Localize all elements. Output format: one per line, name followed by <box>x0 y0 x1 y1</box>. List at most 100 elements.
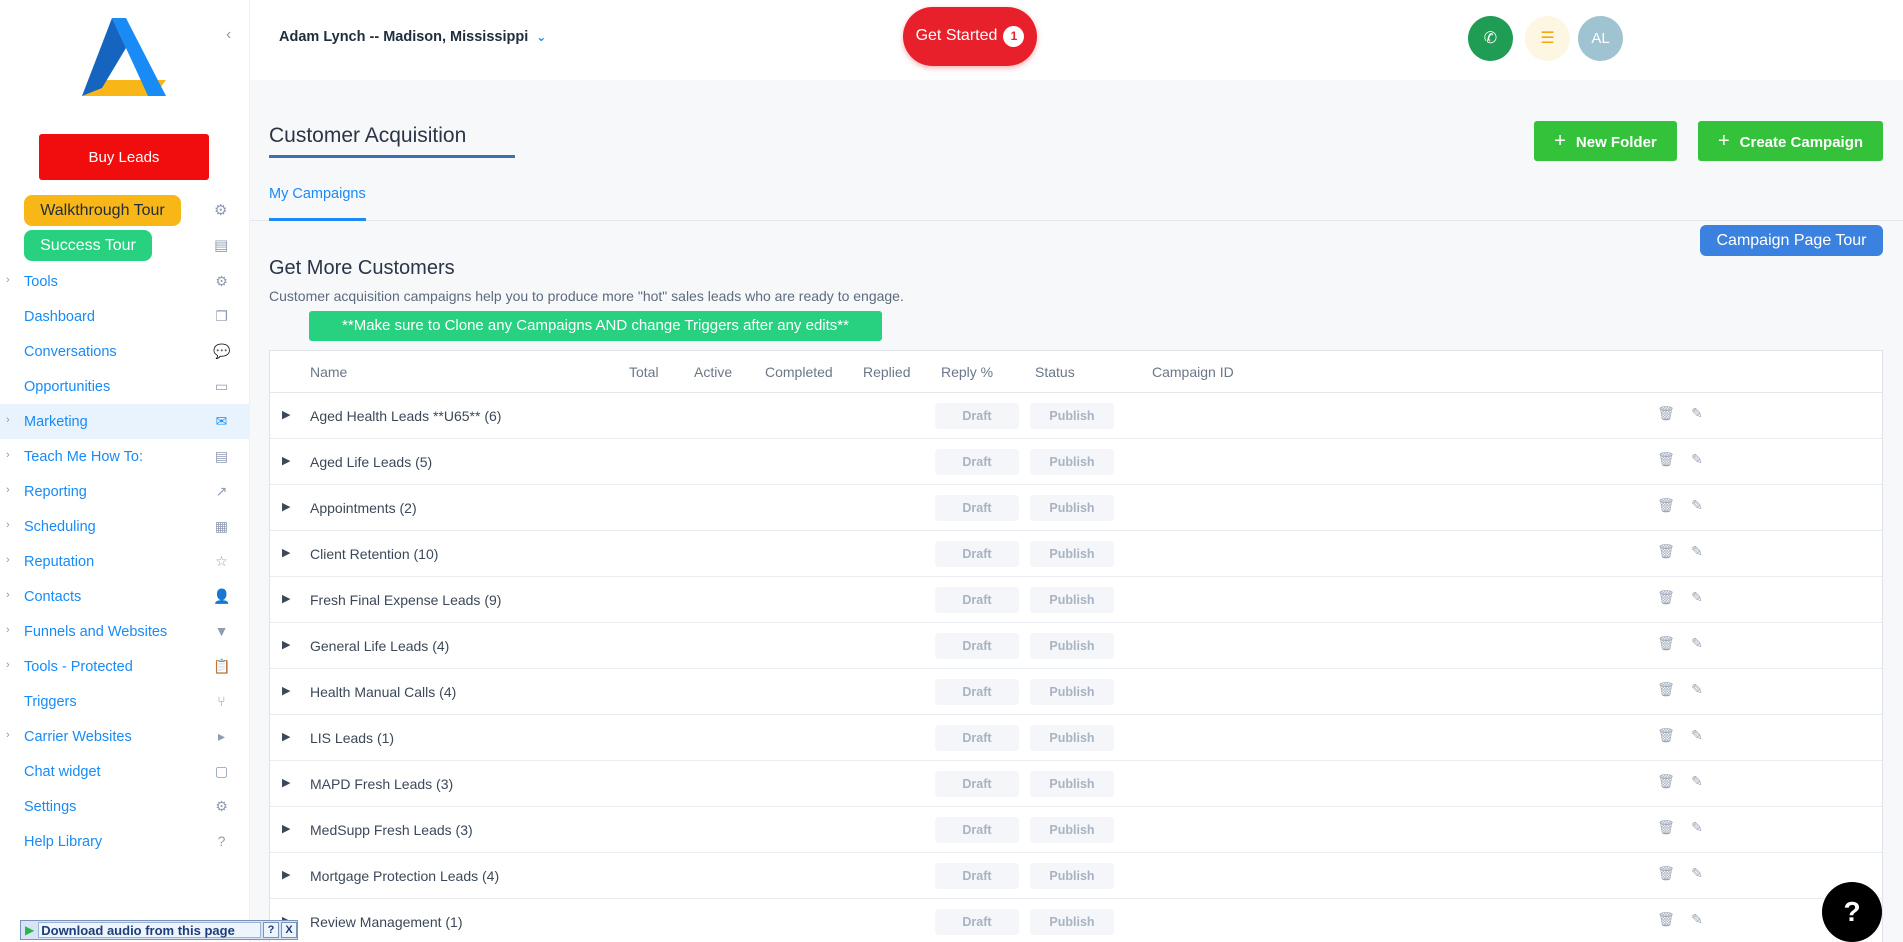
draft-filter-button[interactable]: Draft <box>935 909 1019 935</box>
collapse-sidebar-icon[interactable]: ‹ <box>226 26 231 44</box>
sidebar-item-funnels-and-websites[interactable]: › Funnels and Websites ▼ <box>0 614 250 649</box>
expand-caret-icon[interactable]: ▶ <box>282 822 290 835</box>
publish-filter-button[interactable]: Publish <box>1030 587 1114 613</box>
download-audio-link[interactable]: Download audio from this page <box>38 922 261 938</box>
audio-help-button[interactable]: ? <box>263 922 279 938</box>
table-row[interactable]: ▶ LIS Leads (1) Draft Publish 🗑 ✎ <box>270 715 1882 761</box>
expand-caret-icon[interactable]: ▶ <box>282 776 290 789</box>
publish-filter-button[interactable]: Publish <box>1030 771 1114 797</box>
success-tour-button[interactable]: Success Tour <box>24 230 152 261</box>
campaign-page-tour-button[interactable]: Campaign Page Tour <box>1700 225 1883 256</box>
column-header-total[interactable]: Total <box>629 364 659 380</box>
folder-name[interactable]: Mortgage Protection Leads (4) <box>310 868 499 884</box>
draft-filter-button[interactable]: Draft <box>935 725 1019 751</box>
publish-filter-button[interactable]: Publish <box>1030 909 1114 935</box>
sidebar-item-tools-protected[interactable]: › Tools - Protected 📋 <box>0 649 250 684</box>
trash-icon[interactable]: 🗑 <box>1657 542 1675 560</box>
edit-icon[interactable]: ✎ <box>1688 818 1706 836</box>
task-list-icon[interactable]: ☰ <box>1525 16 1570 61</box>
folder-name[interactable]: MAPD Fresh Leads (3) <box>310 776 453 792</box>
table-row[interactable]: ▶ Appointments (2) Draft Publish 🗑 ✎ <box>270 485 1882 531</box>
expand-caret-icon[interactable]: ▶ <box>282 638 290 651</box>
avatar[interactable]: AL <box>1578 16 1623 61</box>
sidebar-item-triggers[interactable]: Triggers ⑂ <box>0 684 250 719</box>
table-row[interactable]: ▶ General Life Leads (4) Draft Publish 🗑 ✎ <box>270 623 1882 669</box>
expand-caret-icon[interactable]: ▶ <box>282 408 290 421</box>
play-icon[interactable]: ▶ <box>25 923 34 937</box>
column-header-status[interactable]: Status <box>1035 364 1075 380</box>
publish-filter-button[interactable]: Publish <box>1030 817 1114 843</box>
column-header-completed[interactable]: Completed <box>765 364 833 380</box>
table-row[interactable]: ▶ Mortgage Protection Leads (4) Draft Publi… <box>270 853 1882 899</box>
buy-leads-button[interactable]: Buy Leads <box>39 134 209 180</box>
publish-filter-button[interactable]: Publish <box>1030 633 1114 659</box>
folder-name[interactable]: Aged Life Leads (5) <box>310 454 432 470</box>
column-header-reply[interactable]: Reply % <box>941 364 993 380</box>
location-switcher[interactable]: Adam Lynch -- Madison, Mississippi ⌄ <box>279 29 546 45</box>
trash-icon[interactable]: 🗑 <box>1657 404 1675 422</box>
draft-filter-button[interactable]: Draft <box>935 495 1019 521</box>
edit-icon[interactable]: ✎ <box>1688 542 1706 560</box>
draft-filter-button[interactable]: Draft <box>935 449 1019 475</box>
sidebar-item-teach-me-how-to[interactable]: › Teach Me How To: ▤ <box>0 439 250 474</box>
publish-filter-button[interactable]: Publish <box>1030 403 1114 429</box>
publish-filter-button[interactable]: Publish <box>1030 863 1114 889</box>
sidebar-item-settings[interactable]: Settings ⚙ <box>0 789 250 824</box>
sidebar-item-reporting[interactable]: › Reporting ↗ <box>0 474 250 509</box>
table-row[interactable]: ▶ Aged Life Leads (5) Draft Publish 🗑 ✎ <box>270 439 1882 485</box>
get-started-button[interactable]: Get Started 1 <box>903 7 1037 66</box>
expand-caret-icon[interactable]: ▶ <box>282 592 290 605</box>
publish-filter-button[interactable]: Publish <box>1030 449 1114 475</box>
table-row[interactable]: ▶ Client Retention (10) Draft Publish 🗑 ✎ <box>270 531 1882 577</box>
column-header-name[interactable]: Name <box>310 364 347 380</box>
table-row[interactable]: ▶ MAPD Fresh Leads (3) Draft Publish 🗑 ✎ <box>270 761 1882 807</box>
draft-filter-button[interactable]: Draft <box>935 817 1019 843</box>
create-campaign-button[interactable]: + Create Campaign <box>1698 121 1883 161</box>
publish-filter-button[interactable]: Publish <box>1030 541 1114 567</box>
edit-icon[interactable]: ✎ <box>1688 864 1706 882</box>
column-header-replied[interactable]: Replied <box>863 364 910 380</box>
folder-name[interactable]: LIS Leads (1) <box>310 730 394 746</box>
draft-filter-button[interactable]: Draft <box>935 679 1019 705</box>
expand-caret-icon[interactable]: ▶ <box>282 684 290 697</box>
folder-name[interactable]: MedSupp Fresh Leads (3) <box>310 822 473 838</box>
phone-icon[interactable]: ✆ <box>1468 16 1513 61</box>
publish-filter-button[interactable]: Publish <box>1030 679 1114 705</box>
table-row[interactable]: ▶ Health Manual Calls (4) Draft Publish 🗑 ✎ <box>270 669 1882 715</box>
folder-name[interactable]: Fresh Final Expense Leads (9) <box>310 592 501 608</box>
expand-caret-icon[interactable]: ▶ <box>282 730 290 743</box>
trash-icon[interactable]: 🗑 <box>1657 634 1675 652</box>
folder-name[interactable]: Appointments (2) <box>310 500 417 516</box>
expand-caret-icon[interactable]: ▶ <box>282 454 290 467</box>
draft-filter-button[interactable]: Draft <box>935 403 1019 429</box>
edit-icon[interactable]: ✎ <box>1688 588 1706 606</box>
edit-icon[interactable]: ✎ <box>1688 726 1706 744</box>
trash-icon[interactable]: 🗑 <box>1657 772 1675 790</box>
folder-name[interactable]: General Life Leads (4) <box>310 638 449 654</box>
trash-icon[interactable]: 🗑 <box>1657 864 1675 882</box>
table-row[interactable]: ▶ MedSupp Fresh Leads (3) Draft Publish 🗑 ✎ <box>270 807 1882 853</box>
trash-icon[interactable]: 🗑 <box>1657 450 1675 468</box>
edit-icon[interactable]: ✎ <box>1688 404 1706 422</box>
trash-icon[interactable]: 🗑 <box>1657 496 1675 514</box>
sidebar-item-reputation[interactable]: › Reputation ☆ <box>0 544 250 579</box>
sidebar-item-tools[interactable]: › Tools ⚙ <box>0 264 250 299</box>
edit-icon[interactable]: ✎ <box>1688 772 1706 790</box>
audio-close-button[interactable]: X <box>281 922 297 938</box>
table-row[interactable]: ▶ Aged Health Leads **U65** (6) Draft Publi… <box>270 393 1882 439</box>
sidebar-item-help-library[interactable]: Help Library? <box>0 824 250 859</box>
draft-filter-button[interactable]: Draft <box>935 863 1019 889</box>
publish-filter-button[interactable]: Publish <box>1030 725 1114 751</box>
brand-logo[interactable] <box>82 18 166 100</box>
draft-filter-button[interactable]: Draft <box>935 771 1019 797</box>
draft-filter-button[interactable]: Draft <box>935 633 1019 659</box>
trash-icon[interactable]: 🗑 <box>1657 818 1675 836</box>
trash-icon[interactable]: 🗑 <box>1657 588 1675 606</box>
help-fab-button[interactable]: ? <box>1822 882 1882 942</box>
sidebar-item-conversations[interactable]: Conversations 💬 <box>0 334 250 369</box>
draft-filter-button[interactable]: Draft <box>935 541 1019 567</box>
sidebar-item-contacts[interactable]: › Contacts 👤 <box>0 579 250 614</box>
column-header-campaign-id[interactable]: Campaign ID <box>1152 364 1234 380</box>
draft-filter-button[interactable]: Draft <box>935 587 1019 613</box>
trash-icon[interactable]: 🗑 <box>1657 726 1675 744</box>
